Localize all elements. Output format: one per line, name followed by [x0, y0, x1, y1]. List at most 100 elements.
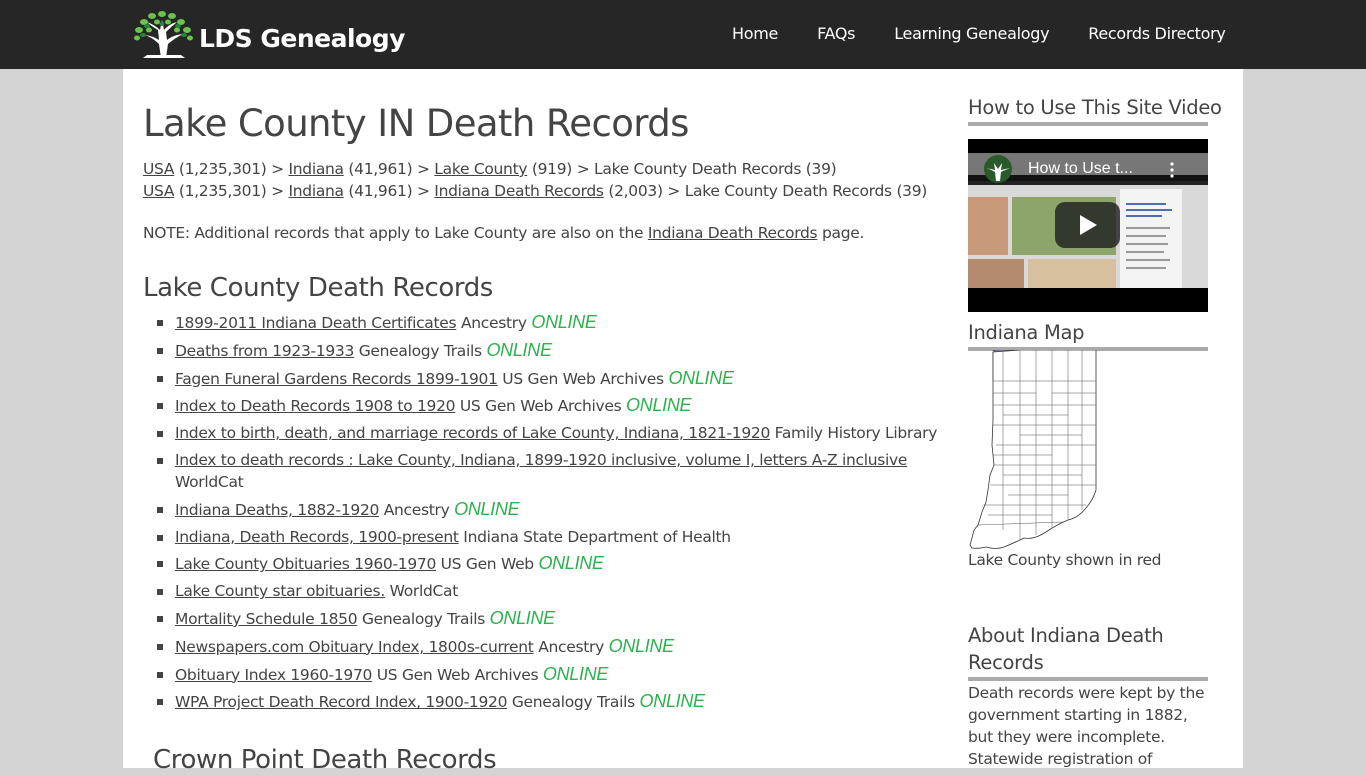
record-source: WorldCat [389, 582, 459, 601]
page-title: Lake County IN Death Records [143, 102, 689, 145]
note-text: NOTE: Additional records that apply to L… [143, 224, 864, 242]
page-content: Lake County IN Death Records USA (1,235,… [123, 69, 1243, 775]
record-source: Genealogy Trails [511, 693, 635, 712]
breadcrumb-link[interactable]: Indiana [288, 160, 344, 178]
section-heading: Lake County Death Records [143, 273, 493, 303]
breadcrumbs: USA (1,235,301) > Indiana (41,961) > Lak… [143, 158, 927, 202]
indiana-death-records-link[interactable]: Indiana Death Records [648, 224, 818, 242]
map-caption: Lake County shown in red [968, 551, 1162, 569]
record-item: Newspapers.com Obituary Index, 1800s-cur… [157, 635, 947, 658]
breadcrumb-link[interactable]: Indiana Death Records [434, 182, 604, 200]
indiana-map [968, 349, 1208, 550]
about-text: Death records were kept by the governmen… [968, 684, 1205, 768]
record-item: Obituary Index 1960-1970 US Gen Web Arch… [157, 663, 947, 686]
online-badge: ONLINE [639, 691, 706, 712]
record-item: Fagen Funeral Gardens Records 1899-1901 … [157, 367, 947, 390]
record-link[interactable]: Index to Death Records 1908 to 1920 [175, 397, 456, 415]
breadcrumb-trail: USA (1,235,301) > Indiana (41,961) > Lak… [143, 158, 927, 180]
record-source: WorldCat [175, 472, 244, 491]
online-badge: ONLINE [454, 498, 520, 519]
record-link[interactable]: Index to birth, death, and marriage reco… [175, 424, 770, 442]
breadcrumb-count: (39) [805, 160, 837, 178]
record-item: Index to Death Records 1908 to 1920 US G… [157, 394, 947, 417]
breadcrumb-count: (41,961) [348, 182, 413, 200]
video-heading: How to Use This Site Video [968, 94, 1222, 126]
record-link[interactable]: Fagen Funeral Gardens Records 1899-1901 [175, 370, 498, 388]
record-source: Indiana State Department of Health [463, 527, 731, 546]
play-icon[interactable] [1055, 202, 1120, 248]
record-source: US Gen Web Archives [376, 665, 539, 684]
note-suffix: page. [821, 224, 865, 242]
breadcrumb-separator: > [667, 182, 681, 200]
breadcrumb-link[interactable]: USA [143, 160, 174, 178]
breadcrumb-link[interactable]: Indiana [288, 182, 344, 200]
nav-faqs[interactable]: FAQs [817, 24, 855, 43]
record-link[interactable]: Deaths from 1923-1933 [175, 342, 354, 360]
record-link[interactable]: Indiana Deaths, 1882-1920 [175, 501, 379, 519]
logo-text: LDS Genealogy [199, 23, 405, 53]
record-link[interactable]: Obituary Index 1960-1970 [175, 666, 372, 684]
record-source: Ancestry [383, 500, 450, 519]
breadcrumb-separator: > [576, 160, 590, 178]
breadcrumb-count: (2,003) [608, 182, 663, 200]
breadcrumb-separator: > [271, 160, 284, 178]
site-header: LDS Genealogy Home FAQs Learning Genealo… [0, 0, 1366, 69]
record-item: Mortality Schedule 1850 Genealogy Trails… [157, 607, 947, 630]
site-logo[interactable]: LDS Genealogy [133, 8, 405, 60]
record-link[interactable]: Index to death records : Lake County, In… [175, 451, 907, 469]
record-link[interactable]: Mortality Schedule 1850 [175, 610, 358, 628]
record-item: Index to death records : Lake County, In… [157, 449, 947, 493]
record-item: Index to birth, death, and marriage reco… [157, 422, 947, 444]
record-source: Genealogy Trails [361, 609, 486, 628]
record-item: Deaths from 1923-1933 Genealogy Trails O… [157, 339, 947, 362]
record-source: Genealogy Trails [358, 341, 482, 360]
record-item: Lake County Obituaries 1960-1970 US Gen … [157, 552, 947, 575]
record-item: 1899-2011 Indiana Death Certificates Anc… [157, 311, 947, 334]
record-source: Family History Library [774, 424, 938, 443]
breadcrumb-trail: USA (1,235,301) > Indiana (41,961) > Ind… [143, 180, 927, 202]
breadcrumb-count: (1,235,301) [178, 182, 267, 200]
online-badge: ONLINE [531, 312, 597, 332]
breadcrumb-link[interactable]: Lake County [434, 160, 527, 178]
online-badge: ONLINE [489, 607, 556, 628]
indiana-county-map [969, 349, 1097, 549]
record-source: Ancestry [460, 314, 527, 332]
breadcrumb-separator: > [416, 160, 430, 178]
record-link[interactable]: Lake County Obituaries 1960-1970 [175, 555, 436, 573]
breadcrumb-current: Lake County Death Records [594, 160, 802, 178]
tree-logo-icon [134, 11, 193, 58]
note-prefix: NOTE: Additional records that apply to L… [143, 224, 644, 242]
record-link[interactable]: WPA Project Death Record Index, 1900-192… [175, 693, 507, 711]
record-source: US Gen Web Archives [459, 397, 622, 416]
record-link[interactable]: Indiana, Death Records, 1900-present [175, 528, 459, 546]
more-options-icon[interactable] [1166, 159, 1178, 181]
video-title: How to Use t... [1028, 160, 1133, 177]
record-link[interactable]: 1899-2011 Indiana Death Certificates [175, 314, 457, 332]
record-item: Indiana Deaths, 1882-1920 Ancestry ONLIN… [157, 498, 947, 521]
record-item: Lake County star obituaries. WorldCat [157, 580, 947, 602]
main-nav: Home FAQs Learning Genealogy Records Dir… [732, 24, 1226, 43]
record-source: US Gen Web [440, 555, 535, 574]
record-item: WPA Project Death Record Index, 1900-192… [157, 690, 947, 713]
nav-home[interactable]: Home [732, 24, 778, 43]
nav-learning-genealogy[interactable]: Learning Genealogy [894, 24, 1049, 43]
online-badge: ONLINE [626, 395, 692, 416]
record-link[interactable]: Lake County star obituaries. [175, 582, 385, 600]
record-item: Indiana, Death Records, 1900-present Ind… [157, 526, 947, 548]
breadcrumb-link[interactable]: USA [143, 182, 174, 200]
online-badge: ONLINE [608, 635, 675, 656]
breadcrumb-count: (41,961) [348, 160, 413, 178]
breadcrumb-count: (1,235,301) [178, 160, 267, 178]
nav-records-directory[interactable]: Records Directory [1088, 24, 1226, 43]
breadcrumb-separator: > [416, 182, 430, 200]
online-badge: ONLINE [668, 367, 734, 388]
breadcrumb-count: (919) [531, 160, 573, 178]
records-list: 1899-2011 Indiana Death Certificates Anc… [157, 311, 947, 718]
map-heading: Indiana Map [968, 319, 1208, 351]
record-source: Ancestry [538, 637, 605, 656]
video-player[interactable]: How to Use t... [968, 139, 1208, 312]
record-link[interactable]: Newspapers.com Obituary Index, 1800s-cur… [175, 638, 534, 656]
next-section-heading: Crown Point Death Records [153, 745, 497, 775]
online-badge: ONLINE [486, 339, 552, 360]
breadcrumb-count: (39) [896, 182, 928, 200]
